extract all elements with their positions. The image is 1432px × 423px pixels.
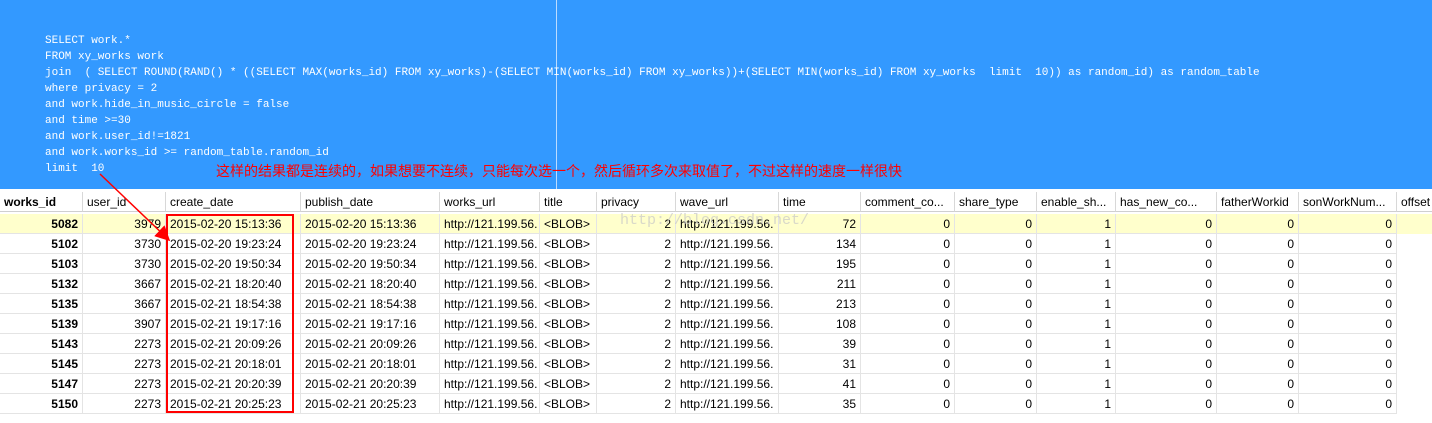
annotation-text: 这样的结果都是连续的，如果想要不连续，只能每次选一个，然后循环多次来取值了，不过…	[216, 164, 902, 180]
annotation-arrow-icon	[99, 173, 171, 242]
